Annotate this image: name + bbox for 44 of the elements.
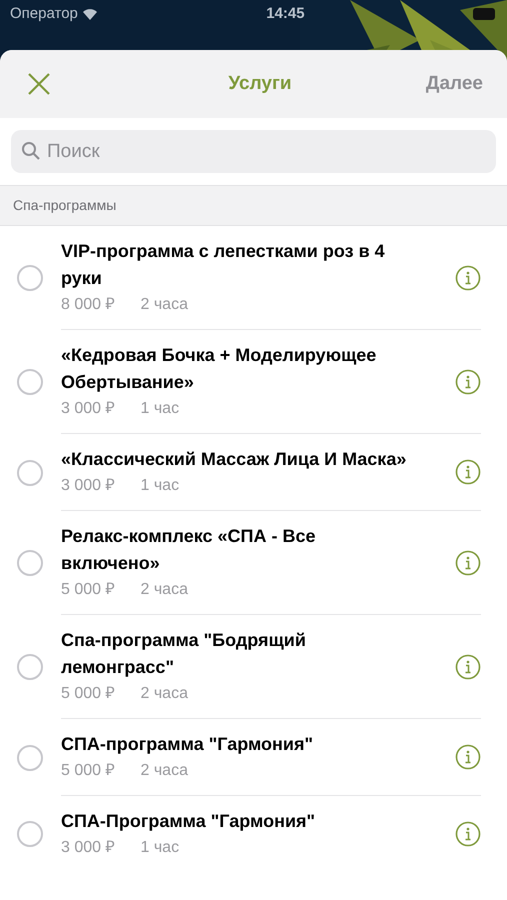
service-price: 3 000 ₽ — [61, 399, 114, 419]
info-icon[interactable] — [455, 368, 481, 394]
info-icon[interactable] — [455, 744, 481, 770]
close-icon — [27, 72, 51, 96]
service-duration: 2 часа — [140, 580, 188, 600]
info-icon[interactable] — [455, 821, 481, 847]
carrier-name: Оператор — [10, 4, 78, 24]
service-price: 5 000 ₽ — [61, 580, 114, 600]
service-price: 5 000 ₽ — [61, 761, 114, 781]
radio-button[interactable] — [17, 654, 43, 680]
radio-button[interactable] — [17, 265, 43, 291]
radio-button[interactable] — [17, 821, 43, 847]
screen-title: Услуги — [228, 72, 292, 96]
service-name: Релакс-комплекс «СПА - Все включено» — [61, 525, 316, 575]
status-time: 14:45 — [266, 4, 305, 24]
battery-icon — [473, 8, 497, 20]
info-icon[interactable] — [455, 654, 481, 680]
service-name: VIP-программа с лепестками роз в 4 руки — [61, 240, 386, 290]
section-header: Спа-программы — [13, 196, 116, 215]
info-icon[interactable] — [455, 264, 481, 290]
service-name: Спа-программа "Бодрящий лемонграсс" — [61, 629, 307, 679]
service-name: «Кедровая Бочка + Моделирующее Обертывание» — [61, 344, 378, 394]
service-duration: 2 часа — [140, 295, 188, 315]
service-name: «Классический Массаж Лица И Маска» — [61, 448, 408, 471]
radio-button[interactable] — [17, 550, 43, 576]
service-name: СПА-программа "Гармония" — [61, 733, 314, 756]
radio-button[interactable] — [17, 744, 43, 770]
wifi-icon — [82, 8, 98, 20]
radio-button[interactable] — [17, 369, 43, 395]
search-icon — [21, 141, 41, 161]
search-field[interactable]: Поиск — [11, 130, 496, 173]
radio-button[interactable] — [17, 460, 43, 486]
service-price: 8 000 ₽ — [61, 295, 114, 315]
service-duration: 2 часа — [140, 684, 188, 704]
service-name: СПА-Программа "Гармония" — [61, 810, 316, 833]
info-icon[interactable] — [455, 550, 481, 576]
service-duration: 1 час — [140, 476, 180, 496]
service-price: 5 000 ₽ — [61, 684, 114, 704]
service-duration: 1 час — [140, 838, 180, 858]
service-price: 3 000 ₽ — [61, 838, 114, 858]
service-duration: 2 часа — [140, 761, 188, 781]
info-icon[interactable] — [455, 459, 481, 485]
service-duration: 1 час — [140, 399, 180, 419]
service-price: 3 000 ₽ — [61, 476, 114, 496]
